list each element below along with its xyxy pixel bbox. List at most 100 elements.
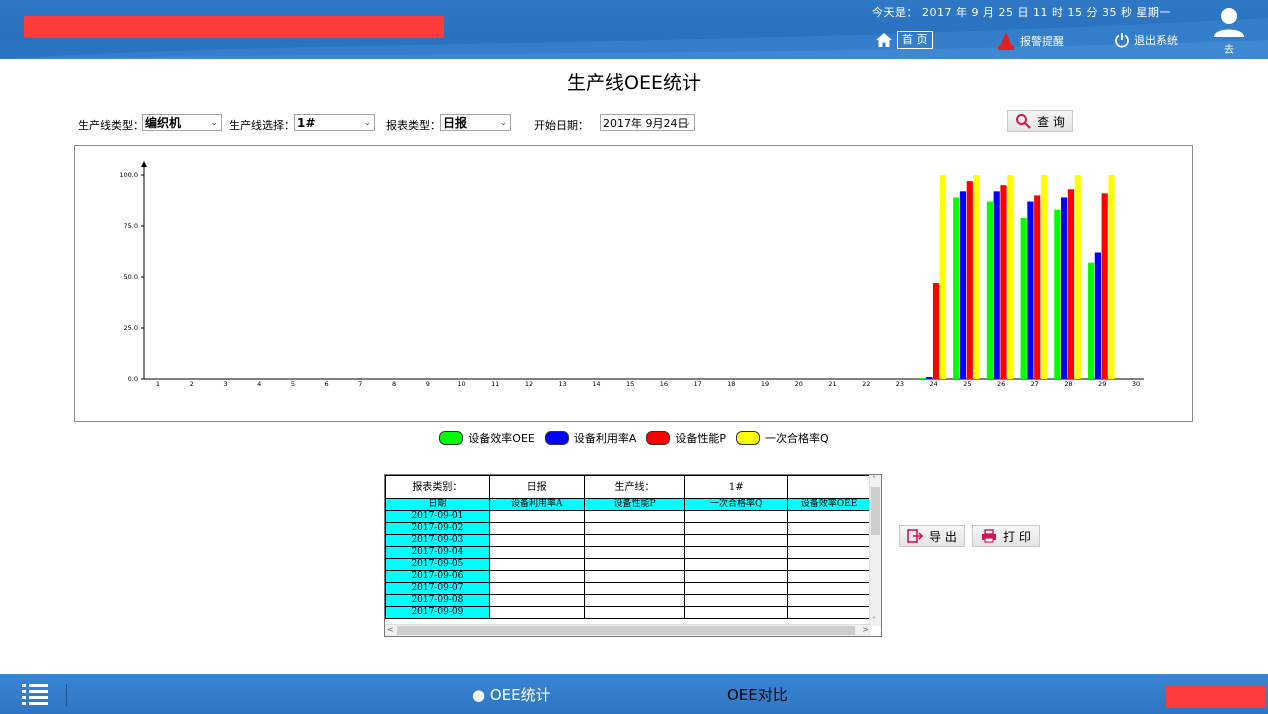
- redacted-footer-info: [1166, 686, 1266, 708]
- query-label: 查 询: [1037, 114, 1065, 129]
- scroll-up-icon[interactable]: ˄: [872, 475, 876, 485]
- table-column-header: 设备效率OEE: [787, 498, 871, 511]
- report-type-select[interactable]: 日报 ⌄: [440, 114, 511, 131]
- legend-swatch: [544, 431, 569, 445]
- table-column-header: 一次合格率Q: [684, 498, 789, 511]
- table-header-cell: 1#: [684, 475, 789, 499]
- line-type-select[interactable]: 编织机 ⌄: [142, 114, 222, 131]
- date-cell: 2017-09-01: [385, 510, 490, 523]
- x-tick-label: 16: [660, 380, 668, 388]
- value-cell: [583, 594, 686, 607]
- export-label: 导 出: [929, 529, 957, 544]
- table-row[interactable]: 2017-09-02: [385, 522, 871, 535]
- exit-button[interactable]: 退出系统: [1114, 32, 1178, 48]
- user-icon: [1214, 8, 1244, 37]
- table-row[interactable]: 2017-09-04: [385, 546, 871, 559]
- scroll-right-icon[interactable]: >: [862, 625, 869, 635]
- table-column-header: 设备利用率A: [488, 498, 585, 511]
- horizontal-scrollbar[interactable]: < >: [385, 624, 871, 636]
- user-profile[interactable]: 去: [1212, 6, 1246, 56]
- horizontal-scroll-thumb[interactable]: [397, 626, 855, 635]
- tab-oee-comparison[interactable]: OEE对比: [727, 684, 788, 705]
- table-header-cell: [787, 475, 871, 499]
- legend-label: 一次合格率Q: [765, 432, 829, 445]
- report-type-label: 报表类型：: [386, 119, 441, 132]
- legend-label: 设备效率OEE: [468, 432, 535, 445]
- alarm-button[interactable]: 报警提醒: [996, 31, 1064, 51]
- table-row[interactable]: 2017-09-09: [385, 606, 871, 619]
- value-cell: [488, 558, 585, 571]
- value-cell: [488, 510, 585, 523]
- date-cell: 2017-09-08: [385, 594, 490, 607]
- value-cell: [787, 594, 871, 607]
- x-tick-label: 14: [592, 380, 600, 388]
- value-cell: [583, 582, 686, 595]
- date-cell: 2017-09-04: [385, 546, 490, 559]
- home-button[interactable]: 首 页: [875, 31, 933, 49]
- report-table-panel: 报表类别： 日报 生产线： 1# 日期 设备利用率A 设备性能P 一次合格率Q 设备效率OEE 2…: [384, 474, 882, 637]
- scroll-down-icon[interactable]: ˅: [872, 616, 876, 626]
- query-button[interactable]: 查 询: [1007, 110, 1073, 132]
- value-cell: [684, 582, 789, 595]
- report-type-value: 日报: [443, 116, 468, 130]
- bar-1-day-27: [1020, 217, 1027, 379]
- bar-1-day-24: [919, 377, 926, 379]
- value-cell: [787, 606, 871, 619]
- bar-4-day-26: [1007, 175, 1014, 379]
- x-tick-label: 29: [1098, 380, 1106, 388]
- menu-list-icon[interactable]: [22, 683, 48, 705]
- table-row[interactable]: 2017-09-01: [385, 510, 871, 523]
- value-cell: [684, 534, 789, 547]
- print-button[interactable]: 打 印: [972, 525, 1040, 547]
- page-title: 生产线OEE统计: [567, 72, 701, 94]
- chevron-down-icon: ⌄: [499, 118, 507, 128]
- table-row[interactable]: 2017-09-07: [385, 582, 871, 595]
- bar-3-day-24: [932, 283, 940, 379]
- bar-1-day-29: [1087, 262, 1095, 379]
- table-row[interactable]: 2017-09-08: [385, 594, 871, 607]
- vertical-scrollbar[interactable]: ˄ ˅: [869, 475, 881, 626]
- x-tick-label: 12: [525, 380, 533, 388]
- table-row[interactable]: 2017-09-05: [385, 558, 871, 571]
- value-cell: [583, 570, 686, 583]
- user-name: 去: [1224, 45, 1234, 56]
- table-row[interactable]: 2017-09-06: [385, 570, 871, 583]
- vertical-scroll-thumb[interactable]: [871, 487, 880, 535]
- bar-3-day-27: [1034, 195, 1041, 379]
- bar-2-day-27: [1027, 201, 1034, 379]
- x-tick-label: 13: [559, 380, 567, 388]
- export-button[interactable]: 导 出: [899, 525, 965, 547]
- value-cell: [787, 558, 871, 571]
- bar-1-day-25: [953, 197, 960, 379]
- legend-item: 一次合格率Q: [736, 430, 829, 446]
- value-cell: [488, 546, 585, 559]
- value-cell: [684, 510, 789, 523]
- bar-1-day-28: [1054, 209, 1061, 379]
- start-date-picker[interactable]: 2017年 9月24日 ⌄: [600, 114, 695, 131]
- line-select[interactable]: 1# ⌄: [294, 114, 375, 131]
- legend-item: 设备效率OEE: [439, 430, 535, 446]
- top-header: 今天是： 2017 年 9 月 25 日 11 时 15 分 35 秒 星期一 …: [0, 0, 1268, 59]
- x-tick-label: 30: [1132, 380, 1140, 388]
- table-row[interactable]: 2017-09-03: [385, 534, 871, 547]
- start-date-label: 开始日期：: [534, 119, 589, 132]
- line-select-label: 生产线选择：: [229, 119, 295, 132]
- alarm-label: 报警提醒: [1020, 35, 1064, 48]
- bar-3-day-26: [1000, 185, 1007, 379]
- x-tick-label: 3: [223, 380, 227, 388]
- x-tick-label: 8: [392, 380, 396, 388]
- tab-oee-statistics[interactable]: ● OEE统计: [472, 684, 551, 705]
- x-tick-label: 22: [862, 380, 870, 388]
- footer-separator: [66, 684, 67, 706]
- y-tick-label: 100.0: [119, 171, 138, 179]
- legend-swatch: [736, 431, 761, 445]
- printer-icon: [982, 529, 997, 543]
- date-cell: 2017-09-02: [385, 522, 490, 535]
- x-tick-label: 23: [896, 380, 904, 388]
- scroll-left-icon[interactable]: <: [387, 625, 394, 635]
- value-cell: [583, 510, 686, 523]
- x-tick-label: 10: [457, 380, 465, 388]
- x-tick-label: 19: [761, 380, 769, 388]
- date-cell: 2017-09-03: [385, 534, 490, 547]
- x-tick-label: 7: [358, 380, 362, 388]
